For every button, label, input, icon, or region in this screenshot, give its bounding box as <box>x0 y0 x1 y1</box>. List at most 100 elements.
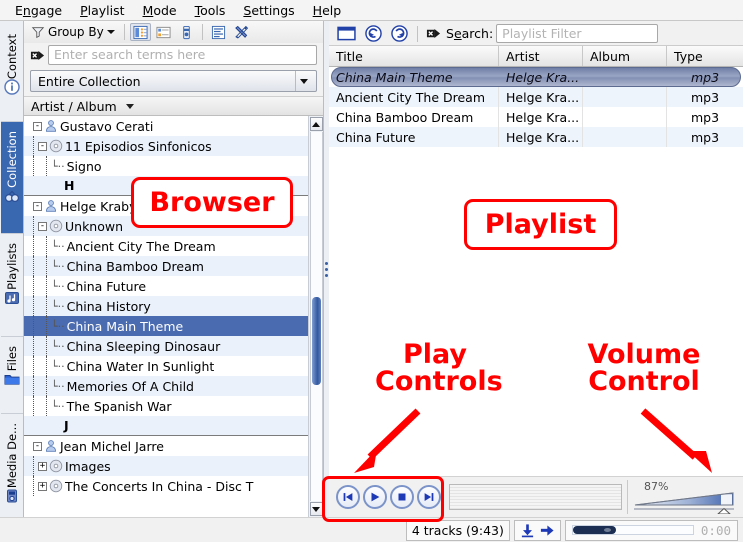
previous-track-button[interactable] <box>336 485 360 509</box>
playlist-window-icon[interactable] <box>334 25 359 43</box>
details-view-icon[interactable] <box>153 23 174 41</box>
tree-item-track[interactable]: └··China Future <box>24 276 308 296</box>
playlist-column-header[interactable]: TitleArtistAlbumType <box>329 45 743 67</box>
folder-icon <box>4 371 20 387</box>
sidebar-item-media-device[interactable]: Media De... <box>1 414 23 517</box>
tree-item-album[interactable]: -Unknown <box>24 216 308 236</box>
expand-toggle-icon[interactable]: + <box>38 482 47 491</box>
track-progress-knob[interactable] <box>604 528 611 532</box>
track-progress-slider[interactable] <box>572 525 694 535</box>
playlist-cell-title: China Future <box>329 127 499 147</box>
playlist-rows[interactable]: China Main ThemeHelge Kra...mp3Ancient C… <box>329 67 743 476</box>
tree-item-label: Gustavo Cerati <box>60 119 153 134</box>
tree-item-track[interactable]: └··Ancient City The Dream <box>24 236 308 256</box>
compact-view-icon[interactable] <box>176 23 197 41</box>
tree-sort-header[interactable]: Artist / Album <box>24 96 323 116</box>
download-icon[interactable] <box>520 523 535 538</box>
browser-tree-area: - Gustavo Cerati - 11 Episodios Sinfonicos └… <box>24 116 323 517</box>
menu-item-mode[interactable]: Mode <box>134 1 186 20</box>
menu-item-tools[interactable]: Tools <box>186 1 235 20</box>
scrollbar-track[interactable] <box>310 132 323 501</box>
collection-filter-combo[interactable]: Entire Collection <box>30 70 317 92</box>
tree-indent-guide <box>46 276 47 296</box>
tree-item-label: 11 Episodios Sinfonicos <box>65 139 212 154</box>
configure-tools-icon[interactable] <box>231 23 252 41</box>
playlist-search-label: Search: <box>444 26 493 41</box>
collapse-toggle-icon[interactable]: - <box>38 222 47 231</box>
browser-scrollbar[interactable] <box>308 116 323 517</box>
tree-item-track[interactable]: └··China Sleeping Dinosaur <box>24 336 308 356</box>
menu-item-playlist[interactable]: Playlist <box>71 1 133 20</box>
group-by-button[interactable]: Group By <box>27 25 119 39</box>
volume-control[interactable]: 87% <box>627 480 739 514</box>
scrollbar-thumb[interactable] <box>312 297 321 385</box>
track-progress-box[interactable]: 0:00 <box>565 520 738 541</box>
playlist-pane: Search: Playlist Filter TitleArtistAlbum… <box>329 21 743 517</box>
tree-item-label: Jean Michel Jarre <box>60 439 164 454</box>
playlist-column-album[interactable]: Album <box>583 46 667 66</box>
playlist-row[interactable]: China Main ThemeHelge Kra...mp3 <box>329 67 743 87</box>
albums-view-icon[interactable] <box>130 23 151 41</box>
next-track-button[interactable] <box>417 485 441 509</box>
tree-item-album[interactable]: - 11 Episodios Sinfonicos <box>24 136 308 156</box>
seek-slider[interactable] <box>449 484 622 510</box>
sidebar-item-context[interactable]: Context <box>1 25 23 122</box>
sidebar-tabstrip: Context Collection Playlists <box>0 21 24 517</box>
undo-icon[interactable] <box>362 25 385 43</box>
sidebar-item-collection[interactable]: Collection <box>1 122 23 234</box>
scroll-down-icon[interactable] <box>310 502 323 516</box>
tree-item-track[interactable]: └··China Water In Sunlight <box>24 356 308 376</box>
tree-item-album[interactable]: +The Concerts In China - Disc T <box>24 476 308 496</box>
sidebar-item-label: Files <box>5 342 19 371</box>
menu-item-settings[interactable]: Settings <box>234 1 303 20</box>
forward-icon[interactable] <box>539 523 555 538</box>
playlist-column-type[interactable]: Type <box>667 46 743 66</box>
playlist-column-title[interactable]: Title <box>329 46 499 66</box>
playlist-row[interactable]: China FutureHelge Kra...mp3 <box>329 127 743 147</box>
menu-item-engage[interactable]: Engage <box>6 1 71 20</box>
tree-item-artist[interactable]: - Jean Michel Jarre <box>24 436 308 456</box>
tree-item-album[interactable]: +Images <box>24 456 308 476</box>
clear-search-icon[interactable] <box>426 26 441 41</box>
playlist-cell-album <box>583 127 667 147</box>
tree-item-artist[interactable]: - Gustavo Cerati <box>24 116 308 136</box>
tree-item-track[interactable]: └··China Bamboo Dream <box>24 256 308 276</box>
collapse-toggle-icon[interactable]: - <box>33 202 42 211</box>
tree-sort-label: Artist / Album <box>31 99 117 114</box>
volume-slider[interactable] <box>634 507 734 514</box>
playlist-filter-input[interactable]: Playlist Filter <box>496 24 658 43</box>
stop-button[interactable] <box>390 485 414 509</box>
tree-indent-guide <box>33 236 34 256</box>
collapse-toggle-icon[interactable]: - <box>33 442 42 451</box>
tree-item-track[interactable]: └··Signo <box>24 156 308 176</box>
playlist-column-artist[interactable]: Artist <box>499 46 583 66</box>
collapse-toggle-icon[interactable]: - <box>33 122 42 131</box>
scroll-up-icon[interactable] <box>310 117 323 131</box>
redo-icon[interactable] <box>388 25 411 43</box>
clear-search-icon[interactable] <box>30 48 45 63</box>
tree-item-artist[interactable]: -Helge Krabye <box>24 196 308 216</box>
tree-indent-guide <box>33 276 34 296</box>
artist-icon <box>44 199 58 213</box>
volume-wedge-icon[interactable] <box>634 492 734 506</box>
collapse-toggle-icon[interactable]: - <box>38 142 47 151</box>
tree-indent-guide <box>33 216 34 236</box>
sidebar-item-files[interactable]: Files <box>1 337 23 414</box>
playlist-row[interactable]: Ancient City The DreamHelge Kra...mp3 <box>329 87 743 107</box>
playlists-icon <box>4 290 20 306</box>
tree-item-track[interactable]: └··The Spanish War <box>24 396 308 416</box>
tree-item-track[interactable]: └··Memories Of A Child <box>24 376 308 396</box>
playlist-cell-album <box>583 87 667 107</box>
play-button[interactable] <box>363 485 387 509</box>
expand-toggle-icon[interactable]: + <box>38 462 47 471</box>
flat-list-icon[interactable] <box>208 23 229 41</box>
status-action-icons[interactable] <box>514 520 561 541</box>
menu-item-help[interactable]: Help <box>304 1 351 20</box>
playlist-row[interactable]: China Bamboo DreamHelge Kra...mp3 <box>329 107 743 127</box>
sidebar-item-playlists[interactable]: Playlists <box>1 234 23 337</box>
collection-tree[interactable]: - Gustavo Cerati - 11 Episodios Sinfonicos └… <box>24 116 308 517</box>
tree-item-track[interactable]: └··China Main Theme <box>24 316 308 336</box>
search-input[interactable]: Enter search terms here <box>48 45 317 65</box>
tree-item-track[interactable]: └··China History <box>24 296 308 316</box>
tree-item-label: China Future <box>67 279 147 294</box>
